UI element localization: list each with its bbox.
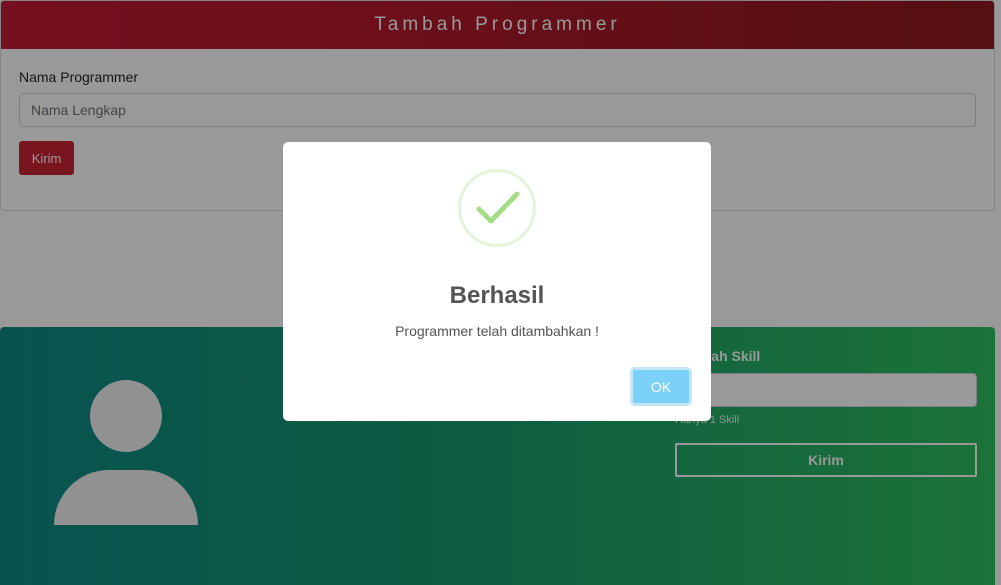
success-dialog: Berhasil Programmer telah ditambahkan ! … — [283, 142, 711, 421]
success-checkmark-icon — [458, 169, 536, 247]
dialog-title: Berhasil — [449, 282, 545, 309]
ok-button[interactable]: OK — [630, 367, 692, 406]
dialog-message: Programmer telah ditambahkan ! — [395, 323, 599, 339]
